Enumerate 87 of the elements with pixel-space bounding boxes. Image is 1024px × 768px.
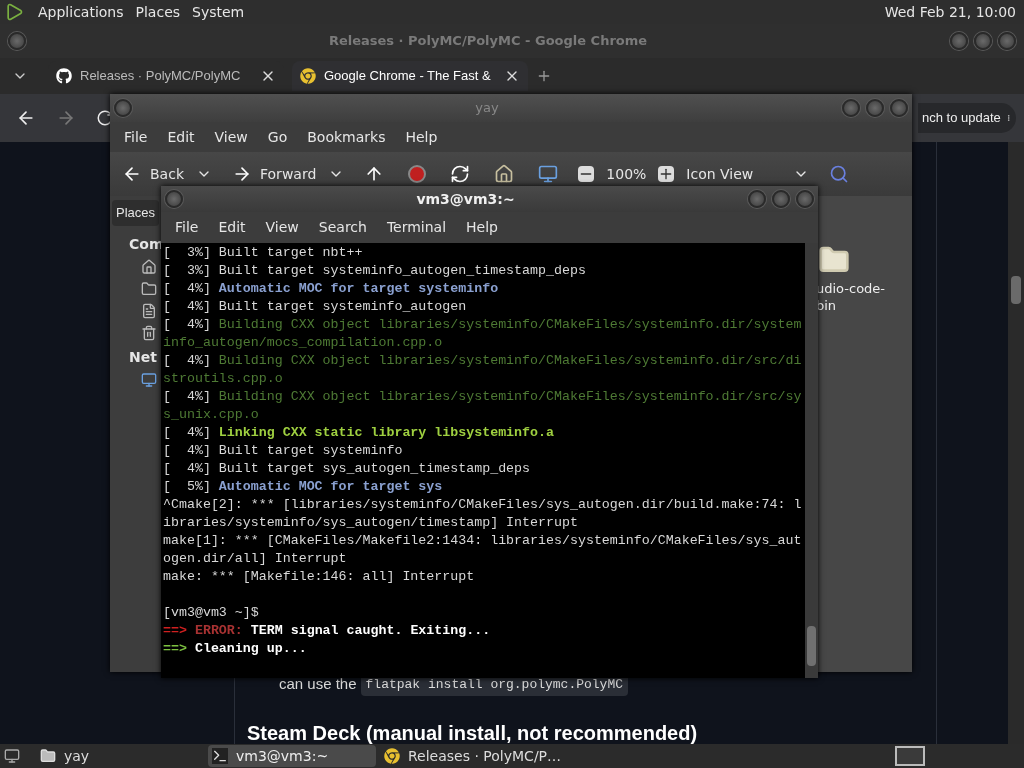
window-title: yay — [474, 99, 500, 118]
terminal-line: [ 4%] Built target sys_autogen_timestamp_deps — [163, 460, 531, 478]
chrome-logo-icon — [300, 68, 316, 84]
menu-item[interactable]: Search — [308, 217, 377, 238]
window-title: Releases · PolyMC/PolyMC - Google Chrome — [327, 32, 649, 51]
document-icon[interactable] — [141, 302, 157, 319]
page-heading: Steam Deck (manual install, not recommended) — [246, 722, 699, 744]
network-icon[interactable] — [141, 371, 157, 388]
browser-tab[interactable]: Google Chrome - The Fast & — [292, 61, 528, 91]
folder-icon — [40, 748, 56, 764]
sidebar-heading: Com — [129, 234, 164, 254]
home-folder-icon[interactable] — [494, 164, 515, 184]
menu-item[interactable]: Help — [456, 217, 508, 238]
window-control-button[interactable] — [772, 190, 790, 208]
window-title: vm3@vm3:~ — [415, 189, 516, 209]
menu-item[interactable]: Terminal — [376, 217, 457, 238]
window-control-button[interactable] — [8, 32, 26, 50]
taskbar-button[interactable]: vm3@vm3:~ — [208, 745, 376, 767]
terminal-line: [ 4%] Building CXX object libraries/systeminfo/CMakeFiles/systeminfo.dir/src/sy — [163, 388, 802, 406]
computer-icon[interactable] — [538, 164, 559, 184]
panel-menu[interactable]: System — [186, 1, 251, 23]
trash-icon[interactable] — [141, 324, 157, 341]
stop-icon[interactable] — [408, 165, 427, 183]
window-control-button[interactable] — [796, 190, 814, 208]
window-control-button[interactable] — [165, 190, 183, 208]
menu-item[interactable]: Edit — [157, 126, 205, 148]
terminal-line: s_unix.cpp.o — [163, 406, 259, 424]
tab-title: Releases · PolyMC/PolyMC — [80, 67, 242, 86]
window-control-button[interactable] — [950, 32, 968, 50]
view-selector[interactable]: Icon View — [686, 163, 810, 185]
back-button[interactable]: Back — [122, 163, 184, 185]
menu-item[interactable]: Go — [257, 126, 298, 148]
menu-item[interactable]: Edit — [208, 217, 256, 238]
zoom-out-icon[interactable] — [578, 166, 595, 182]
terminal-line: ogen.dir/all] Interrupt — [163, 550, 347, 568]
terminal-line: [ 4%] Linking CXX static library libsysteminfo.a — [163, 424, 554, 442]
panel-menu[interactable]: Places — [129, 1, 187, 23]
search-icon[interactable] — [829, 164, 850, 184]
forward-button[interactable]: Forward — [232, 163, 317, 185]
terminal-line: [ 3%] Built target nbt++ — [163, 244, 363, 262]
terminal-line: make: *** [Makefile:146: all] Interrupt — [163, 568, 475, 586]
menu-item[interactable]: File — [165, 217, 209, 238]
terminal-line: [ 5%] Automatic MOC for target sys — [163, 478, 443, 496]
terminal-icon — [212, 748, 228, 764]
chrome-logo-icon — [384, 748, 400, 764]
menu-item[interactable]: Bookmarks — [297, 126, 396, 148]
terminal-line: [ 4%] Automatic MOC for target systeminfo — [163, 280, 499, 298]
scrollbar[interactable] — [805, 243, 818, 678]
window-control-button[interactable] — [998, 32, 1016, 50]
terminal-line: [ 4%] Built target systeminfo_autogen — [163, 298, 467, 316]
github-logo-icon — [56, 68, 72, 84]
window-control-button[interactable] — [974, 32, 992, 50]
folder-icon[interactable] — [141, 280, 157, 297]
menu-item[interactable]: Help — [395, 126, 448, 148]
tab-title: Google Chrome - The Fast & — [324, 67, 492, 86]
terminal-line: ==> ERROR: TERM signal caught. Exiting... — [163, 622, 491, 640]
terminal-line: [ 3%] Built target systeminfo_autogen_timestamp_deps — [163, 262, 586, 280]
terminal-line: [ 4%] Building CXX object libraries/systeminfo/CMakeFiles/systeminfo.dir/src/di — [163, 352, 802, 370]
scrollbar[interactable] — [1008, 142, 1024, 744]
menu-item[interactable]: File — [114, 126, 158, 148]
menu-item[interactable]: View — [204, 126, 258, 148]
terminal-line: [ 4%] Built target systeminfo — [163, 442, 403, 460]
zoom-in-icon[interactable] — [658, 166, 675, 182]
terminal-line: info_autogen/mocs_compilation.cpp.o — [163, 334, 443, 352]
update-button[interactable]: nch to update — [918, 103, 1016, 133]
terminal-line: ibraries/systeminfo/sys_autogen/timestamp] Interrupt — [163, 514, 578, 532]
taskbar-button[interactable]: yay — [36, 745, 204, 767]
show-desktop-icon[interactable] — [4, 748, 20, 764]
terminal-line: make[1]: *** [CMakeFiles/Makefile2:1434: libraries/systeminfo/CMakeFiles/sys_aut — [163, 532, 802, 550]
terminal-line: [ 4%] Building CXX object libraries/systeminfo/CMakeFiles/systeminfo.dir/system — [163, 316, 802, 334]
menu-logo-icon — [4, 2, 24, 22]
reload-icon[interactable] — [450, 164, 471, 184]
clock[interactable]: Wed Feb 21, 10:00 — [884, 1, 1020, 23]
panel-menu[interactable]: Applications — [32, 1, 130, 23]
new-tab-icon[interactable] — [536, 68, 552, 84]
zoom-level: 100% — [606, 164, 647, 184]
workspace-switcher[interactable] — [895, 746, 925, 766]
page-text: can use the — [279, 674, 357, 694]
terminal-line: ^Cmake[2]: *** [libraries/systeminfo/CMakeFiles/sys_autogen.dir/build.make:74: l — [163, 496, 802, 514]
menu-item[interactable]: View — [255, 217, 309, 238]
terminal-line: ==> Cleaning up... — [163, 640, 307, 658]
home-folder-icon[interactable] — [141, 258, 157, 275]
taskbar-button[interactable]: Releases · PolyMC/P… — [380, 745, 570, 767]
terminal-line: stroutils.cpp.o — [163, 370, 283, 388]
terminal-line: [vm3@vm3 ~]$ — [163, 604, 259, 622]
sidebar-heading: Net — [129, 347, 157, 367]
sidebar-tab[interactable]: Places — [112, 200, 160, 226]
